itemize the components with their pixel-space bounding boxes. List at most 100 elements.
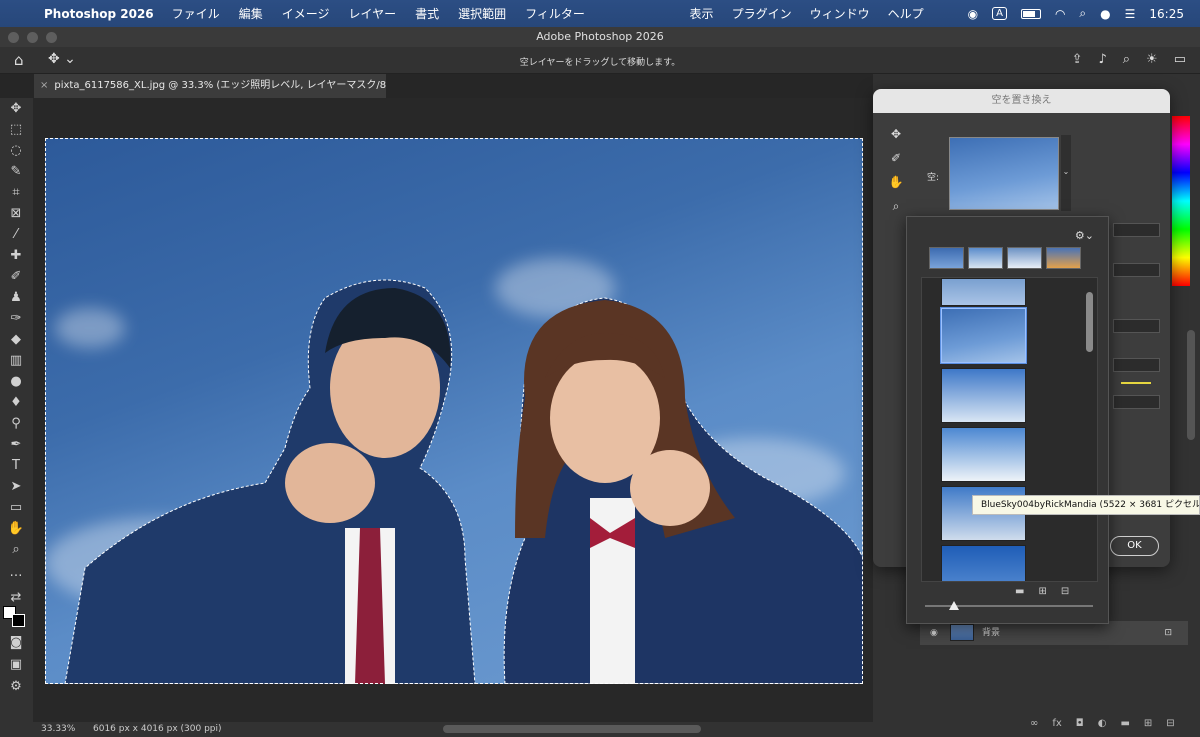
sponge-tool-icon[interactable]: ⚲: [6, 415, 26, 433]
background-color-swatch[interactable]: [12, 614, 25, 627]
delete-sky-icon[interactable]: ⊟: [1061, 586, 1069, 597]
brush-tool-icon[interactable]: ✐: [6, 268, 26, 286]
sky-dropdown-chevron-icon[interactable]: ⌄: [1061, 135, 1071, 211]
sky-thumbnail[interactable]: [941, 545, 1026, 581]
layer-visibility-eye-icon[interactable]: ◉: [930, 621, 938, 645]
adjustment-layer-icon[interactable]: ◐: [1098, 718, 1107, 729]
thumbnail-scrollbar[interactable]: [1086, 292, 1093, 352]
menu-help[interactable]: ヘルプ: [888, 5, 924, 22]
panel-scrollbar[interactable]: [1187, 330, 1195, 440]
gradient-tool-icon[interactable]: ▥: [6, 352, 26, 370]
fx-icon[interactable]: fx: [1052, 718, 1061, 729]
menu-view[interactable]: 表示: [690, 5, 714, 22]
document-dimensions[interactable]: 6016 px x 4016 px (300 ppi): [93, 722, 222, 737]
zoom-level[interactable]: 33.33%: [41, 722, 75, 737]
sky-thumbnail-grid[interactable]: [921, 277, 1098, 582]
quick-select-tool-icon[interactable]: ✎: [6, 163, 26, 181]
share-icon[interactable]: ⇪: [1072, 52, 1083, 67]
menu-layer[interactable]: レイヤー: [348, 5, 396, 22]
swap-colors-icon[interactable]: ⇄: [6, 589, 26, 607]
menu-edit[interactable]: 編集: [239, 5, 263, 22]
siri-icon[interactable]: ●: [1100, 7, 1110, 21]
setting-field[interactable]: [1113, 319, 1160, 333]
lasso-tool-icon[interactable]: ◌: [6, 142, 26, 160]
ok-button[interactable]: OK: [1110, 536, 1159, 556]
hand-tool-icon[interactable]: ✋: [6, 520, 26, 538]
hand-tool-icon[interactable]: ✋: [885, 175, 907, 191]
sky-category-clouds[interactable]: [1007, 247, 1042, 269]
layer-lock-icon[interactable]: ⊡: [1164, 621, 1172, 645]
path-select-tool-icon[interactable]: ➤: [6, 478, 26, 496]
workspace-icon[interactable]: ▭: [1174, 52, 1186, 67]
new-group-icon[interactable]: ▬: [1120, 718, 1129, 729]
setting-field[interactable]: [1113, 358, 1160, 372]
control-center-icon[interactable]: ☰: [1125, 7, 1136, 21]
new-layer-icon[interactable]: ⊞: [1144, 718, 1152, 729]
stamp-tool-icon[interactable]: ♟: [6, 289, 26, 307]
sky-thumbnail[interactable]: [941, 427, 1026, 482]
zoom-tool-icon[interactable]: ⌕: [6, 541, 26, 559]
zoom-tool-icon[interactable]: ⌕: [885, 199, 907, 215]
setting-field[interactable]: [1113, 395, 1160, 409]
move-tool-icon[interactable]: ✥: [6, 100, 26, 118]
sky-preset-preview[interactable]: [949, 137, 1059, 210]
menu-select[interactable]: 選択範囲: [458, 5, 506, 22]
slider-knob[interactable]: [949, 601, 959, 610]
menu-type[interactable]: 書式: [415, 5, 439, 22]
document-image[interactable]: [45, 138, 863, 684]
close-tab-icon[interactable]: ×: [40, 80, 48, 91]
pen-tool-icon[interactable]: ✒: [6, 436, 26, 454]
sky-move-tool-icon[interactable]: ✥: [885, 127, 907, 143]
sky-thumbnail[interactable]: [941, 278, 1026, 306]
setting-field[interactable]: [1113, 223, 1160, 237]
canvas-area[interactable]: [33, 98, 873, 722]
sky-brush-tool-icon[interactable]: ✐: [885, 151, 907, 167]
edit-toolbar-icon[interactable]: ⚙: [6, 678, 26, 696]
more-tools-icon[interactable]: …: [6, 564, 26, 582]
horizontal-scrollbar[interactable]: [443, 725, 701, 733]
add-mask-icon[interactable]: ◘: [1076, 718, 1084, 729]
input-source-badge[interactable]: A: [992, 7, 1007, 20]
menubar-clock[interactable]: 16:25: [1149, 7, 1184, 21]
marquee-tool-icon[interactable]: ⬚: [6, 121, 26, 139]
dodge-tool-icon[interactable]: ♦: [6, 394, 26, 412]
sky-category-blue[interactable]: [929, 247, 964, 269]
setting-field[interactable]: [1113, 263, 1160, 277]
rectangle-tool-icon[interactable]: ▭: [6, 499, 26, 517]
spotlight-search-icon[interactable]: ⌕: [1079, 6, 1086, 21]
document-tab[interactable]: × pixta_6117586_XL.jpg @ 33.3% (エッジ照明レベル,…: [34, 74, 386, 98]
blur-tool-icon[interactable]: ●: [6, 373, 26, 391]
lightbulb-icon[interactable]: ☀: [1146, 52, 1158, 67]
link-layers-icon[interactable]: ∞: [1030, 718, 1038, 729]
layer-row-background[interactable]: ◉ 背景 ⊡: [920, 621, 1188, 645]
sky-category-spectacular[interactable]: [968, 247, 1003, 269]
color-spectrum[interactable]: [1172, 116, 1190, 286]
gear-icon[interactable]: ⚙⌄: [1075, 229, 1094, 242]
minimize-window-icon[interactable]: [27, 32, 38, 43]
menu-image[interactable]: イメージ: [282, 5, 330, 22]
crop-tool-icon[interactable]: ⌗: [6, 184, 26, 202]
sky-thumbnail[interactable]: [941, 368, 1026, 423]
zoom-window-icon[interactable]: [46, 32, 57, 43]
add-sky-icon[interactable]: ⊞: [1038, 586, 1046, 597]
delete-layer-icon[interactable]: ⊟: [1166, 718, 1174, 729]
screen-mode-icon[interactable]: ▣: [6, 656, 26, 674]
menu-plugins[interactable]: プラグイン: [732, 5, 792, 22]
app-menu[interactable]: Photoshop 2026: [44, 7, 154, 21]
type-tool-icon[interactable]: T: [6, 457, 26, 475]
wifi-icon[interactable]: ◠: [1055, 7, 1065, 21]
history-brush-tool-icon[interactable]: ✑: [6, 310, 26, 328]
eyedropper-tool-icon[interactable]: ⁄: [6, 226, 26, 244]
battery-icon[interactable]: [1020, 8, 1041, 19]
quick-mask-icon[interactable]: ◙: [6, 634, 26, 652]
wechat-icon[interactable]: ◉: [968, 7, 978, 21]
search-icon[interactable]: ⌕: [1123, 52, 1130, 67]
menu-window[interactable]: ウィンドウ: [810, 5, 870, 22]
frame-tool-icon[interactable]: ⊠: [6, 205, 26, 223]
eraser-tool-icon[interactable]: ◆: [6, 331, 26, 349]
sky-thumbnail-selected[interactable]: [941, 308, 1026, 363]
close-window-icon[interactable]: [8, 32, 19, 43]
menu-file[interactable]: ファイル: [172, 5, 220, 22]
sky-category-sunset[interactable]: [1046, 247, 1081, 269]
healing-brush-tool-icon[interactable]: ✚: [6, 247, 26, 265]
